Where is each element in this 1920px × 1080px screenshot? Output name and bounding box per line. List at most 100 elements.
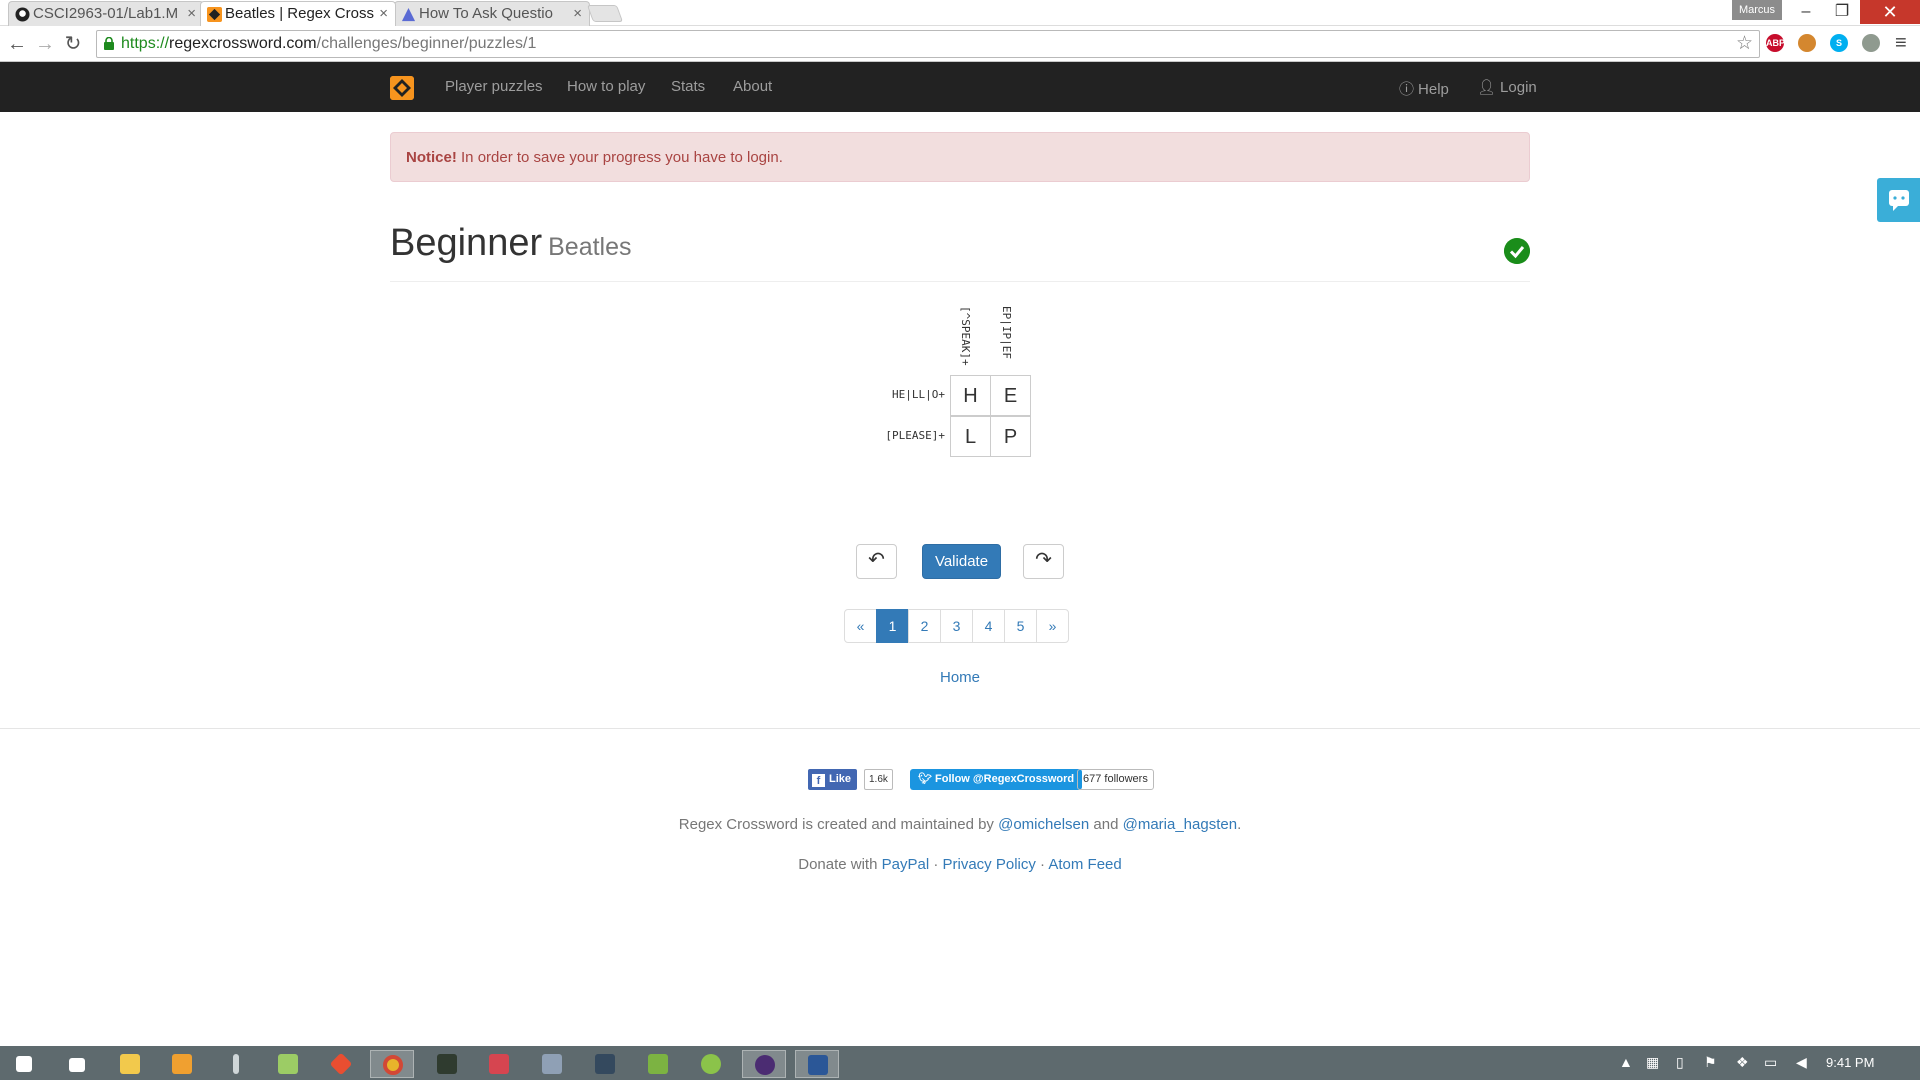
validate-button[interactable]: Validate bbox=[922, 544, 1001, 579]
donate-prefix: Donate with bbox=[798, 856, 882, 873]
grid-app-icon[interactable] bbox=[636, 1050, 680, 1078]
terminal-icon[interactable] bbox=[425, 1050, 469, 1078]
reload-icon[interactable]: ↻ bbox=[60, 31, 86, 57]
notice-text: In order to save your progress you have … bbox=[456, 149, 783, 166]
pagination-prev[interactable]: « bbox=[844, 609, 877, 643]
home-icon[interactable] bbox=[55, 1050, 99, 1078]
column-clue-text: [^SPEAK]+ bbox=[959, 306, 972, 366]
nav-help-label: Help bbox=[1418, 81, 1449, 98]
user-icon: 👤︎ bbox=[1477, 79, 1497, 96]
row-clue: [PLEASE]+ bbox=[885, 429, 945, 442]
windows-logo-icon[interactable]: ▦ bbox=[1646, 1054, 1659, 1071]
facebook-like-button[interactable]: f Like bbox=[808, 769, 858, 790]
nav-player-puzzles[interactable]: Player puzzles bbox=[445, 78, 543, 95]
grid-cell[interactable]: H bbox=[950, 375, 991, 416]
close-window-icon[interactable]: ✕ bbox=[1860, 0, 1920, 24]
undo-button[interactable]: ↶ bbox=[856, 544, 897, 579]
network-icon[interactable]: ▭ bbox=[1764, 1054, 1777, 1071]
pagination-page-1[interactable]: 1 bbox=[876, 609, 909, 643]
app-icon[interactable] bbox=[530, 1050, 574, 1078]
regex-crossword-logo-icon[interactable] bbox=[390, 76, 414, 100]
start-icon[interactable] bbox=[2, 1050, 46, 1078]
bookmark-star-icon[interactable]: ☆ bbox=[1736, 31, 1753, 57]
author-link-omichelsen[interactable]: @omichelsen bbox=[998, 816, 1089, 833]
atom-feed-link[interactable]: Atom Feed bbox=[1048, 856, 1121, 873]
battery-icon[interactable]: ▯ bbox=[1676, 1054, 1684, 1071]
paypal-link[interactable]: PayPal bbox=[882, 856, 930, 873]
flag-icon[interactable]: ⚑ bbox=[1704, 1054, 1717, 1071]
tab-regex-crossword[interactable]: Beatles | Regex Cross × bbox=[200, 1, 396, 26]
grid-cell[interactable]: L bbox=[950, 416, 991, 457]
donate-text: Donate with PayPal · Privacy Policy · At… bbox=[0, 856, 1920, 873]
pagination-page-5[interactable]: 5 bbox=[1004, 609, 1037, 643]
close-tab-icon[interactable]: × bbox=[187, 5, 196, 22]
android-icon[interactable] bbox=[689, 1050, 733, 1078]
pagination-page-2[interactable]: 2 bbox=[908, 609, 941, 643]
taskbar-clock[interactable]: 9:41 PM bbox=[1826, 1055, 1874, 1070]
restore-icon[interactable]: ❐ bbox=[1824, 0, 1860, 24]
file-explorer-icon[interactable] bbox=[108, 1050, 152, 1078]
chrome-icon[interactable] bbox=[370, 1050, 414, 1078]
dropbox-icon[interactable]: ❖ bbox=[1736, 1054, 1749, 1071]
sublime-icon[interactable] bbox=[160, 1050, 204, 1078]
nav-how-to-play[interactable]: How to play bbox=[567, 78, 645, 95]
paint-icon[interactable] bbox=[583, 1050, 627, 1078]
profile-button[interactable]: Marcus bbox=[1732, 0, 1782, 20]
pagination-page-3[interactable]: 3 bbox=[940, 609, 973, 643]
windows-taskbar: ▲ ▦ ▯ ⚑ ❖ ▭ ◀︎ 9:41 PM bbox=[0, 1046, 1920, 1080]
facebook-like-count: 1.6k bbox=[864, 769, 893, 790]
redo-icon: ↷ bbox=[1035, 549, 1052, 571]
eye-icon[interactable] bbox=[1862, 34, 1880, 52]
nav-login-label: Login bbox=[1500, 79, 1537, 96]
volume-icon[interactable]: ◀︎ bbox=[1796, 1054, 1807, 1071]
facebook-icon: f bbox=[812, 774, 825, 787]
word-icon[interactable] bbox=[795, 1050, 839, 1078]
tab-how-to-ask[interactable]: How To Ask Questio × bbox=[394, 1, 590, 26]
footer-divider bbox=[0, 728, 1920, 729]
pen-icon[interactable] bbox=[213, 1050, 257, 1078]
privacy-policy-link[interactable]: Privacy Policy bbox=[943, 856, 1036, 873]
tab-github[interactable]: CSCI2963-01/Lab1.M × bbox=[8, 1, 204, 26]
close-tab-icon[interactable]: × bbox=[573, 5, 582, 22]
credits-text: Regex Crossword is created and maintaine… bbox=[0, 816, 1920, 833]
regex-crossword-icon bbox=[207, 7, 222, 22]
minimize-icon[interactable]: – bbox=[1788, 0, 1824, 24]
folder-icon[interactable] bbox=[266, 1050, 310, 1078]
nav-about[interactable]: About bbox=[733, 78, 772, 95]
nav-login[interactable]: 👤︎ Login bbox=[1477, 78, 1537, 96]
feedback-tab[interactable] bbox=[1877, 178, 1920, 222]
git-icon[interactable] bbox=[319, 1050, 363, 1078]
separator: · bbox=[929, 856, 943, 873]
question-circle-icon: ⓘ bbox=[1399, 81, 1415, 98]
solved-check-icon bbox=[1504, 238, 1530, 264]
url-scheme: https:// bbox=[121, 35, 170, 52]
eclipse-icon[interactable] bbox=[742, 1050, 786, 1078]
home-link[interactable]: Home bbox=[900, 669, 1020, 686]
author-link-maria-hagsten[interactable]: @maria_hagsten bbox=[1123, 816, 1237, 833]
nav-stats[interactable]: Stats bbox=[671, 78, 705, 95]
redo-button[interactable]: ↷ bbox=[1023, 544, 1064, 579]
tray-expand-icon[interactable]: ▲ bbox=[1619, 1054, 1633, 1070]
site-navbar: Player puzzles How to play Stats About ⓘ… bbox=[0, 62, 1920, 112]
address-bar[interactable]: https://regexcrossword.com/challenges/be… bbox=[96, 30, 1760, 58]
skype-icon[interactable]: S bbox=[1830, 34, 1848, 52]
close-tab-icon[interactable]: × bbox=[379, 5, 388, 22]
chrome-menu-icon[interactable]: ≡ bbox=[1895, 32, 1907, 55]
nav-help[interactable]: ⓘ Help bbox=[1399, 78, 1449, 99]
triangle-icon bbox=[401, 7, 416, 22]
twitter-follow-button[interactable]: 🐦︎ Follow @RegexCrossword bbox=[910, 769, 1083, 790]
facebook-like-label: Like bbox=[829, 773, 852, 785]
pagination-page-4[interactable]: 4 bbox=[972, 609, 1005, 643]
forward-icon[interactable]: → bbox=[32, 31, 58, 57]
grid-cell[interactable]: E bbox=[990, 375, 1031, 416]
puzzle-name: Beatles bbox=[548, 233, 632, 261]
pagination-next[interactable]: » bbox=[1036, 609, 1069, 643]
cookie-icon[interactable] bbox=[1798, 34, 1816, 52]
adblock-plus-icon[interactable]: ABP bbox=[1766, 34, 1785, 52]
new-tab-button[interactable] bbox=[586, 5, 624, 22]
tools-icon[interactable] bbox=[477, 1050, 521, 1078]
browser-tab-strip: CSCI2963-01/Lab1.M × Beatles | Regex Cro… bbox=[0, 0, 1920, 26]
twitter-bird-icon: 🐦︎ bbox=[918, 773, 936, 785]
back-icon[interactable]: ← bbox=[4, 31, 30, 57]
grid-cell[interactable]: P bbox=[990, 416, 1031, 457]
